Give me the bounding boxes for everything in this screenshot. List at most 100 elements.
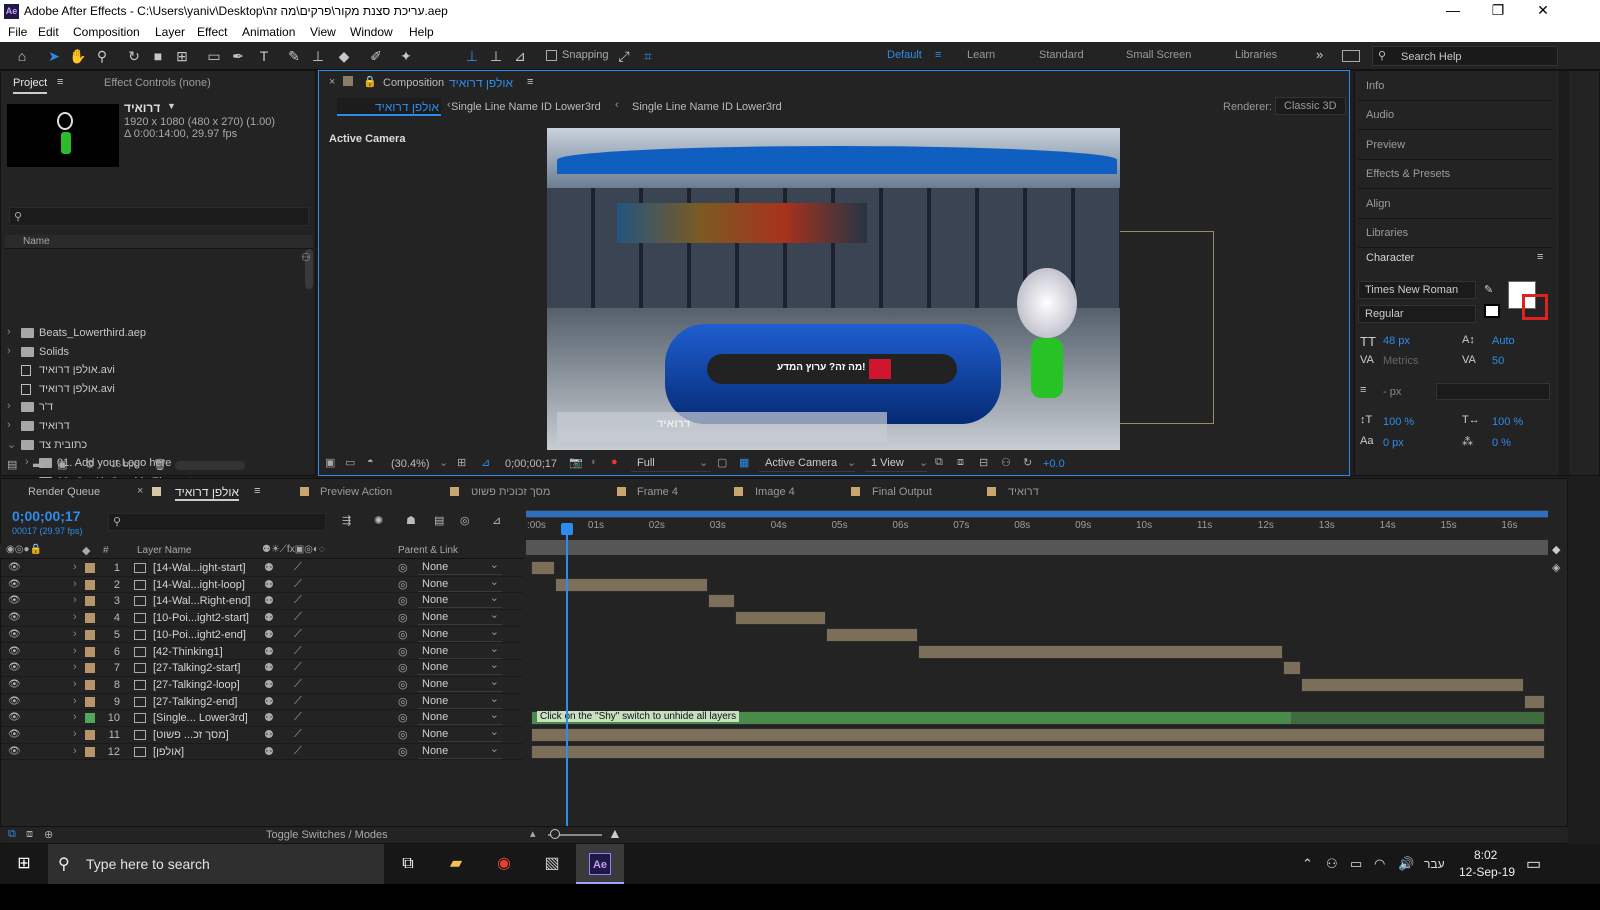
visibility-eye-icon[interactable]: 👁 [8, 729, 21, 740]
layer-row[interactable]: 👁 › 8 [27-Talking2-loop] ⚉ ⟋ ◎ None [0, 675, 523, 694]
layer-label-color[interactable] [85, 613, 95, 624]
item-dropdown-icon[interactable]: ▼ [167, 101, 176, 111]
maximize-button[interactable]: ❐ [1488, 2, 1508, 19]
rotate-tool-icon[interactable]: ↻ [124, 46, 144, 66]
show-hidden-icons[interactable]: ⌃ [1302, 856, 1313, 872]
parent-select[interactable]: None [418, 608, 502, 626]
av-features-icon[interactable]: ◉◎●🔒 [6, 544, 42, 555]
chevron-right-icon[interactable]: › [7, 400, 11, 412]
project-item[interactable]: › דרואיד [5, 417, 305, 436]
channels-icon[interactable]: ● [611, 456, 618, 468]
workspace-menu-icon[interactable]: ≡ [935, 49, 941, 61]
zoom-slider-handle[interactable] [550, 829, 560, 839]
panel-libraries[interactable]: Libraries [1358, 219, 1553, 248]
chevron-right-icon[interactable]: › [73, 645, 77, 657]
wifi-icon[interactable]: ◠ [1374, 856, 1385, 872]
shy-layers-icon[interactable]: ☗ [406, 514, 416, 527]
monitor-icon[interactable]: ▭ [345, 456, 355, 469]
sync-settings-icon[interactable] [1342, 50, 1360, 62]
comp-marker-bin-icon[interactable]: ◈ [1552, 561, 1560, 574]
viewer-timecode[interactable]: 0;00;00;17 [505, 458, 557, 470]
panel-effects-presets[interactable]: Effects & Presets [1358, 160, 1553, 190]
layer-duration-bar[interactable] [735, 611, 827, 626]
pickwhip-icon[interactable]: ◎ [398, 728, 408, 741]
snapping-checkbox[interactable] [546, 50, 557, 61]
parent-select[interactable]: None [418, 575, 502, 592]
stroke-type-select[interactable] [1436, 383, 1550, 400]
modes-icon[interactable]: ⧈ [26, 828, 33, 841]
timeline-menu-icon[interactable]: ≡ [254, 485, 260, 497]
layer-name[interactable]: [10-Poi...ight2-start] [153, 612, 249, 624]
chevron-right-icon[interactable]: › [7, 345, 11, 357]
chevron-right-icon[interactable]: › [73, 611, 77, 623]
work-area-bar[interactable] [526, 510, 1548, 518]
layer-name[interactable]: [14-Wal...ight-loop] [153, 579, 245, 591]
local-axis-icon[interactable]: ⊥ [462, 46, 482, 66]
tab-preview-action[interactable]: Preview Action [320, 486, 392, 498]
tab-frame-4[interactable]: Frame 4 [637, 486, 678, 498]
project-item[interactable]: אולפן דרואיד.avi [5, 361, 305, 380]
layer-label-color[interactable] [85, 596, 95, 607]
right-panel-scrollbar[interactable] [1559, 71, 1569, 475]
layer-duration-bar[interactable] [531, 728, 1545, 742]
layer-row[interactable]: 👁 › 2 [14-Wal...ight-loop] ⚉ ⟋ ◎ None [0, 575, 523, 594]
layer-name[interactable]: [Single... Lower3rd] [153, 712, 248, 724]
parent-select[interactable]: None [418, 642, 502, 659]
workspace-standard[interactable]: Standard [1039, 49, 1084, 61]
exposure-value[interactable]: +0.0 [1043, 458, 1065, 470]
layer-name[interactable]: [מסך זכ... פשוט] [153, 729, 229, 741]
camera-tool-icon[interactable]: ■ [148, 46, 168, 66]
pickwhip-icon[interactable]: ◎ [398, 594, 408, 607]
font-style-select[interactable]: Regular [1358, 305, 1476, 323]
composition-name[interactable]: אולפן דרואיד [449, 76, 513, 90]
chevron-right-icon[interactable]: › [7, 326, 11, 338]
chevron-right-icon[interactable]: › [73, 578, 77, 590]
panel-preview[interactable]: Preview [1358, 131, 1553, 160]
search-help-field[interactable]: ⚲ Search Help [1372, 46, 1558, 66]
photos-icon[interactable]: ▧ [528, 844, 576, 884]
close-button[interactable]: ✕ [1533, 2, 1553, 19]
chevron-right-icon[interactable]: › [73, 628, 77, 640]
safe-zones-icon[interactable]: ⊞ [457, 456, 466, 469]
project-item[interactable]: › Solids [5, 343, 305, 362]
stroke-width-value[interactable]: - px [1383, 386, 1401, 398]
region-of-interest-icon[interactable]: ▢ [717, 456, 727, 469]
column-name[interactable]: Name [23, 236, 50, 247]
input-language[interactable]: עבר [1424, 857, 1445, 871]
draft-3d-icon[interactable]: ✺ [374, 514, 383, 527]
pickwhip-icon[interactable]: ◎ [398, 645, 408, 658]
pickwhip-icon[interactable]: ◎ [398, 611, 408, 624]
view-axis-icon[interactable]: ⊿ [510, 46, 530, 66]
parent-select[interactable]: None [418, 658, 502, 676]
delete-icon[interactable]: 🗑 [153, 458, 167, 471]
playhead-handle[interactable] [560, 523, 573, 535]
menu-layer[interactable]: Layer [155, 25, 185, 39]
shy-switch-icon[interactable]: ⚉ [264, 678, 274, 691]
layer-name[interactable]: [אולפן] [153, 746, 184, 758]
view-layout-select[interactable]: 1 View [865, 455, 927, 472]
panel-info[interactable]: Info [1358, 72, 1553, 101]
new-folder-icon[interactable]: ▬ [33, 458, 44, 470]
reset-exposure-icon[interactable]: ↻ [1023, 456, 1032, 469]
shy-switch-icon[interactable]: ⚉ [264, 661, 274, 674]
volume-icon[interactable]: 🔊 [1398, 856, 1414, 872]
chevron-down-icon[interactable]: ⌄ [7, 438, 16, 451]
parent-select[interactable]: None [418, 708, 502, 726]
layer-name[interactable]: [14-Wal...ight-start] [153, 562, 246, 574]
layer-name-column[interactable]: Layer Name [137, 545, 191, 556]
pickwhip-icon[interactable]: ◎ [398, 628, 408, 641]
layer-label-color[interactable] [85, 663, 95, 674]
fast-previews-icon[interactable]: ⧈ [957, 456, 964, 469]
lock-icon[interactable]: 🔒 [363, 75, 377, 88]
windows-start-icon[interactable]: ⊞ [0, 844, 48, 884]
chevron-right-icon[interactable]: › [73, 745, 77, 757]
layer-row[interactable]: 👁 › 3 [14-Wal...Right-end] ⚉ ⟋ ◎ None [0, 591, 523, 611]
chevron-right-icon[interactable]: › [73, 711, 77, 723]
ruler-end-marker-icon[interactable]: ◆ [1552, 543, 1560, 556]
visibility-eye-icon[interactable]: 👁 [8, 595, 21, 606]
tab-final-output[interactable]: Final Output [872, 486, 932, 498]
transparency-grid-icon[interactable]: ▦ [739, 456, 749, 469]
tab-droid[interactable]: דרואיד [1008, 486, 1039, 498]
mask-visibility-icon[interactable]: ⊿ [481, 456, 490, 469]
layer-duration-bar[interactable] [1283, 661, 1302, 676]
